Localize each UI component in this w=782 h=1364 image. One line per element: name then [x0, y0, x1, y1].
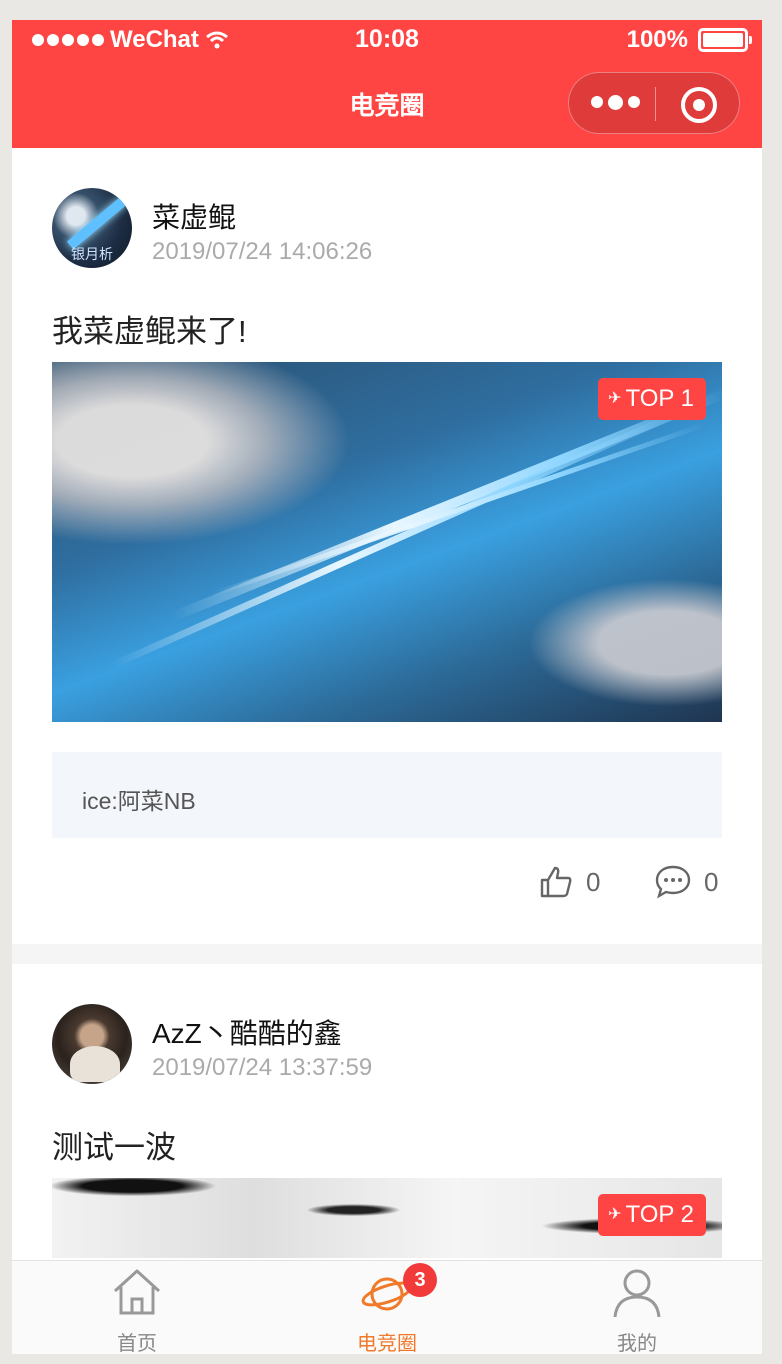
tab-esports-circle[interactable]: 3 电竞圈: [262, 1261, 512, 1354]
battery-icon: [698, 28, 752, 52]
comment-button[interactable]: 0: [654, 860, 718, 904]
more-icon[interactable]: [591, 95, 640, 110]
comment-count: 0: [704, 866, 719, 897]
avatar-text: 银月析: [71, 246, 113, 262]
comment-icon: [655, 865, 691, 899]
miniprogram-capsule: [568, 72, 740, 134]
tab-label: 电竞圈: [357, 1333, 417, 1354]
avatar[interactable]: 银月析: [52, 188, 132, 268]
comment-text: ice:阿菜NB: [82, 788, 196, 814]
username[interactable]: AzZ丶酷酷的鑫: [152, 1012, 342, 1052]
person-icon: [613, 1269, 661, 1317]
post-content: 测试一波: [52, 1130, 176, 1165]
like-count: 0: [586, 866, 601, 897]
notification-badge: 3: [403, 1263, 437, 1297]
like-button[interactable]: 0: [538, 860, 600, 904]
flame-icon: ✈: [608, 390, 622, 407]
tab-mine[interactable]: 我的: [512, 1261, 762, 1354]
tab-bar: 首页 3 电竞圈 我的: [12, 1260, 762, 1354]
battery: 100%: [626, 26, 752, 54]
top-badge: ✈ TOP 1: [598, 378, 706, 420]
tab-label: 首页: [117, 1333, 157, 1354]
avatar[interactable]: [52, 1004, 132, 1084]
post-image[interactable]: ✈ TOP 1: [52, 362, 722, 722]
top-bar: WeChat 10:08 100% 电竞圈: [12, 20, 762, 148]
post-timestamp: 2019/07/24 14:06:26: [152, 238, 373, 265]
post-timestamp: 2019/07/24 13:37:59: [152, 1054, 373, 1081]
top-badge: ✈ TOP 2: [598, 1194, 706, 1236]
close-miniprogram-icon[interactable]: [681, 87, 717, 123]
tab-home[interactable]: 首页: [12, 1261, 262, 1354]
thumbs-up-icon: [540, 866, 572, 898]
badge-label: TOP 2: [625, 1201, 694, 1228]
post-card[interactable]: 银月析 菜虚鲲 2019/07/24 14:06:26 我菜虚鲲来了! ✈ TO…: [12, 148, 762, 944]
badge-label: TOP 1: [625, 385, 694, 412]
post-image[interactable]: ✈ TOP 2: [52, 1178, 722, 1258]
flame-icon: ✈: [608, 1206, 622, 1223]
username[interactable]: 菜虚鲲: [152, 196, 236, 236]
comment-box: ice:阿菜NB: [52, 752, 722, 838]
capsule-divider: [655, 87, 656, 121]
tab-label: 我的: [617, 1333, 657, 1354]
home-icon: [113, 1269, 161, 1315]
post-content: 我菜虚鲲来了!: [52, 314, 247, 349]
status-bar: WeChat 10:08 100%: [12, 20, 762, 60]
phone-screen: WeChat 10:08 100% 电竞圈 银月析 菜虚鲲 2019/07/24…: [12, 20, 762, 1354]
battery-percent: 100%: [626, 26, 688, 53]
